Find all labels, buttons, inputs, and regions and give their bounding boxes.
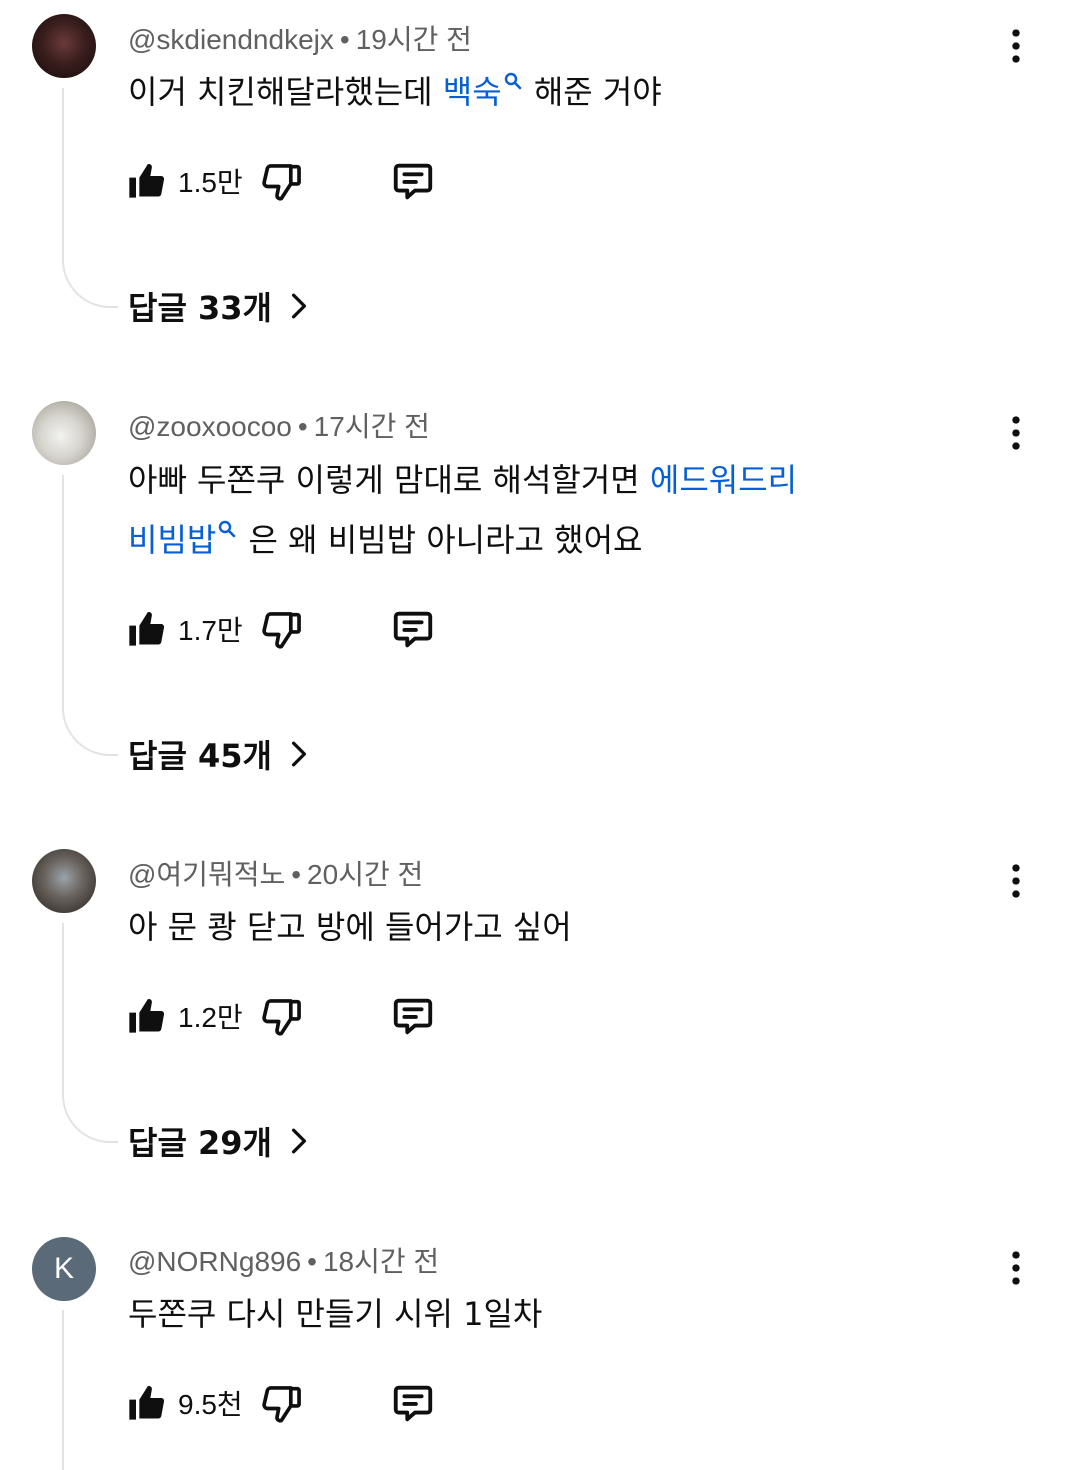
more-options-icon[interactable] xyxy=(1003,413,1029,453)
thumbs-up-icon[interactable] xyxy=(126,1383,166,1423)
comment-actions: 1.7만 xyxy=(126,607,436,651)
avatar[interactable] xyxy=(32,849,96,913)
thread-connector xyxy=(62,88,118,308)
comment-time: 17시간 전 xyxy=(313,411,430,442)
thumbs-up-icon[interactable] xyxy=(126,609,166,649)
reply-icon[interactable] xyxy=(390,606,436,652)
chevron-right-icon xyxy=(288,741,310,767)
comment-text-part: 아빠 두쫀쿠 이렇게 맘대로 해석할거면 xyxy=(128,461,650,499)
thread-connector xyxy=(62,475,118,756)
comment-time: 18시간 전 xyxy=(322,1246,440,1277)
comment-text-part: 이거 치킨해달라했는데 xyxy=(128,73,443,111)
comment-actions: 9.5천 xyxy=(126,1381,436,1425)
comment-text: 이거 치킨해달라했는데 백숙 해준 거야 xyxy=(128,62,662,122)
comment-time: 20시간 전 xyxy=(307,859,424,890)
replies-label: 답글 29개 xyxy=(128,1124,272,1162)
thumbs-down-icon[interactable] xyxy=(260,1381,304,1425)
more-options-icon[interactable] xyxy=(1003,26,1029,66)
thumbs-up-icon[interactable] xyxy=(126,996,166,1036)
view-replies-button[interactable]: 답글 33개 xyxy=(128,283,310,329)
view-replies-button[interactable]: 답글 29개 xyxy=(128,1118,310,1164)
avatar[interactable] xyxy=(32,14,96,78)
like-count: 9.5천 xyxy=(178,1389,243,1420)
thread-connector xyxy=(62,923,118,1143)
replies-label: 답글 45개 xyxy=(128,737,272,775)
avatar[interactable]: K xyxy=(32,1237,96,1301)
search-link[interactable]: 에드워드리 xyxy=(650,461,797,499)
comment-text-part: 해준 거야 xyxy=(523,73,662,111)
comment-author[interactable]: @NORNg896 xyxy=(128,1246,301,1277)
meta-separator: • xyxy=(339,24,350,55)
thumbs-up-icon[interactable] xyxy=(126,161,166,201)
search-icon[interactable] xyxy=(216,519,238,539)
comment-text: 아 문 쾅 닫고 방에 들어가고 싶어 xyxy=(128,908,572,946)
reply-icon[interactable] xyxy=(390,993,436,1039)
more-options-icon[interactable] xyxy=(1003,861,1029,901)
search-link[interactable]: 백숙 xyxy=(443,73,502,111)
like-count: 1.5만 xyxy=(178,167,243,198)
thread-connector xyxy=(62,1310,118,1470)
comment-text: 두쫀쿠 다시 만들기 시위 1일차 xyxy=(128,1295,543,1333)
meta-separator: • xyxy=(291,859,302,890)
reply-icon[interactable] xyxy=(390,158,436,204)
like-count: 1.2만 xyxy=(178,1002,243,1033)
thumbs-down-icon[interactable] xyxy=(260,159,304,203)
comment-actions: 1.2만 xyxy=(126,994,436,1038)
comment-author[interactable]: @zooxoocoo xyxy=(128,411,292,442)
thumbs-down-icon[interactable] xyxy=(260,607,304,651)
comment-time: 19시간 전 xyxy=(355,24,472,55)
meta-separator: • xyxy=(297,411,308,442)
comment-meta: @NORNg896 • 18시간 전 xyxy=(128,1240,439,1280)
comment-meta: @skdiendndkejx • 19시간 전 xyxy=(128,18,472,58)
chevron-right-icon xyxy=(288,293,310,319)
comment-text-part: 은 왜 비빔밥 아니라고 했어요 xyxy=(238,521,643,559)
comment-actions: 1.5만 xyxy=(126,159,436,203)
comment-meta: @여기뭐적노 • 20시간 전 xyxy=(128,853,423,893)
search-icon[interactable] xyxy=(502,71,524,91)
replies-label: 답글 33개 xyxy=(128,289,272,327)
comment-author[interactable]: @skdiendndkejx xyxy=(128,24,334,55)
chevron-right-icon xyxy=(288,1128,310,1154)
like-count: 1.7만 xyxy=(178,615,243,646)
search-link[interactable]: 비빔밥 xyxy=(128,521,216,559)
avatar[interactable] xyxy=(32,401,96,465)
thumbs-down-icon[interactable] xyxy=(260,994,304,1038)
comment-meta: @zooxoocoo • 17시간 전 xyxy=(128,405,430,445)
meta-separator: • xyxy=(307,1246,317,1277)
reply-icon[interactable] xyxy=(390,1380,436,1426)
view-replies-button[interactable]: 답글 45개 xyxy=(128,731,310,777)
more-options-icon[interactable] xyxy=(1003,1248,1029,1288)
comment-author[interactable]: @여기뭐적노 xyxy=(128,859,285,890)
comment-text: 아빠 두쫀쿠 이렇게 맘대로 해석할거면 에드워드리 비빔밥 은 왜 비빔밥 아… xyxy=(128,450,797,570)
